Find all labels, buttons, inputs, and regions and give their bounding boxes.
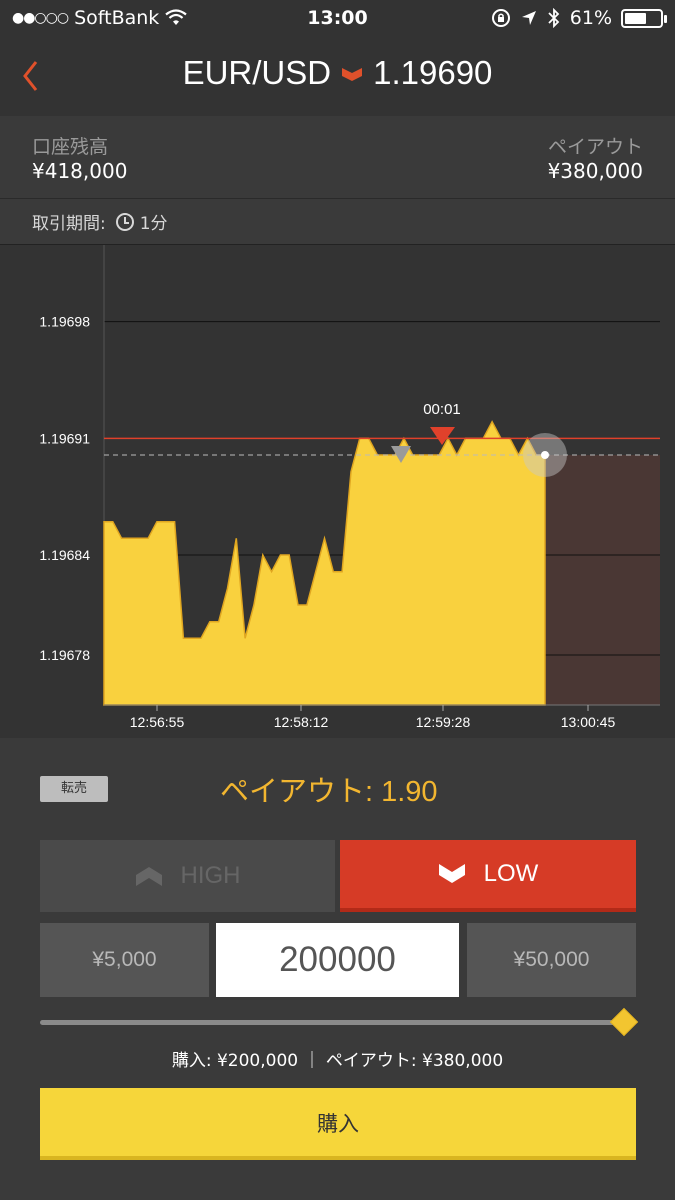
low-button[interactable]: LOW xyxy=(340,840,636,912)
location-icon xyxy=(521,11,536,25)
order-panel: 転売 ペイアウト: 1.90 HIGH LOW ¥5,000 200000 ¥5… xyxy=(0,738,675,1200)
period-label: 取引期間: xyxy=(32,214,106,234)
down-chevron-icon xyxy=(341,62,363,88)
amount-preset-high[interactable]: ¥50,000 xyxy=(467,923,636,997)
x-tick-label: 12:59:28 xyxy=(416,714,471,730)
amount-preset-low[interactable]: ¥5,000 xyxy=(40,923,209,997)
price-area xyxy=(103,420,546,706)
balance-value: ¥418,000 xyxy=(32,159,128,183)
y-tick-label: 1.19691 xyxy=(39,430,90,446)
future-region xyxy=(545,455,660,705)
status-icons: 61% xyxy=(491,7,667,29)
amount-slider-thumb[interactable] xyxy=(609,1007,639,1037)
x-tick-label: 12:58:12 xyxy=(274,714,329,730)
high-button[interactable]: HIGH xyxy=(40,840,335,912)
order-summary: 購入: ¥200,000 ｜ ペイアウト: ¥380,000 xyxy=(171,1051,504,1071)
buy-button[interactable]: 購入 xyxy=(40,1088,636,1160)
bluetooth-icon xyxy=(548,8,560,28)
current-point xyxy=(541,451,549,459)
current-rate: 1.19690 xyxy=(373,54,493,91)
up-chevron-icon xyxy=(135,867,162,886)
x-tick-label: 12:56:55 xyxy=(130,714,185,730)
payout-block: ペイアウト ¥380,000 xyxy=(548,136,643,184)
high-label: HIGH xyxy=(180,862,241,889)
amount-row: ¥5,000 200000 ¥50,000 xyxy=(40,923,636,997)
price-chart[interactable]: 1.19698 1.19691 1.19684 1.19678 00:01 12:56:5… xyxy=(0,244,675,738)
expiry-marker-icon xyxy=(430,427,455,445)
payout-rate: ペイアウト: 1.90 xyxy=(220,776,438,808)
currency-pair: EUR/USD xyxy=(182,54,332,91)
battery-icon xyxy=(621,8,667,28)
resale-button[interactable]: 転売 xyxy=(40,776,108,802)
amount-input[interactable]: 200000 xyxy=(216,923,459,997)
period-value: 1分 xyxy=(139,214,168,234)
down-chevron-icon xyxy=(438,864,465,883)
balance-block: 口座残高 ¥418,000 xyxy=(32,136,127,184)
chart-svg: 1.19698 1.19691 1.19684 1.19678 00:01 12:56:5… xyxy=(39,245,660,730)
page-title: EUR/USD 1.19690 xyxy=(0,54,675,92)
y-tick-label: 1.19678 xyxy=(39,647,90,663)
x-tick-label: 13:00:45 xyxy=(561,714,616,730)
payout-value: ¥380,000 xyxy=(547,159,643,183)
countdown-label: 00:01 xyxy=(423,401,461,418)
account-summary: 口座残高 ¥418,000 ペイアウト ¥380,000 xyxy=(0,116,675,196)
amount-slider-track[interactable] xyxy=(40,1020,625,1025)
balance-label: 口座残高 xyxy=(32,136,109,158)
trade-period: 取引期間: 1分 xyxy=(0,198,675,244)
y-tick-label: 1.19684 xyxy=(39,547,90,563)
payout-label: ペイアウト xyxy=(547,136,643,158)
y-tick-label: 1.19698 xyxy=(39,314,90,330)
low-label: LOW xyxy=(483,860,539,887)
battery-percent: 61% xyxy=(569,7,612,29)
clock-icon xyxy=(115,212,134,231)
rotation-lock-icon xyxy=(491,9,510,27)
nav-bar: EUR/USD 1.19690 xyxy=(0,38,675,116)
status-bar: ●●○○○ SoftBank 13:00 61% xyxy=(0,0,675,38)
